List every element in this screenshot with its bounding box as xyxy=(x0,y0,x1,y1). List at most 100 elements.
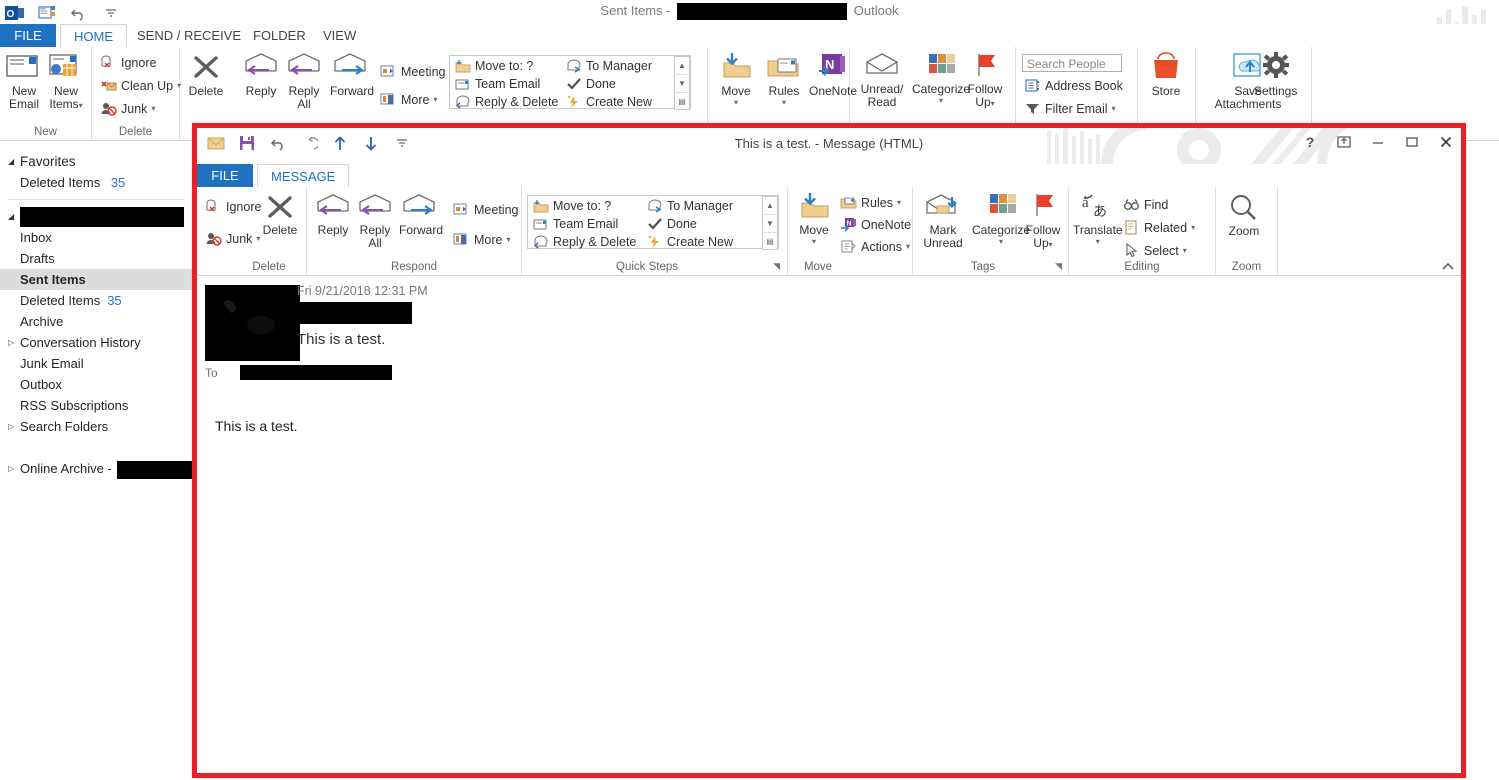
sidebar-item-drafts[interactable]: Drafts xyxy=(0,248,192,269)
tab-view[interactable]: VIEW xyxy=(310,24,369,47)
expand-arrow-icon[interactable]: ▷ xyxy=(8,416,14,437)
quick-step-create-new[interactable]: Create New xyxy=(566,95,652,109)
sidebar-item-archive[interactable]: Archive xyxy=(0,311,192,332)
quick-step-done[interactable]: Done xyxy=(647,217,697,231)
nav-account-root[interactable]: ◢ xyxy=(0,206,192,228)
filter-email-button[interactable]: Filter Email ▾ xyxy=(1024,101,1116,116)
quick-steps-dialog-launcher[interactable]: ◥ xyxy=(773,261,780,272)
new-email-button[interactable]: New Email xyxy=(4,51,44,111)
zoom-button[interactable]: Zoom xyxy=(1224,193,1264,238)
new-items-button[interactable]: New Items▾ xyxy=(46,51,86,112)
unread-read-button[interactable]: Unread/Read xyxy=(860,51,904,109)
move-button[interactable]: Move ▾ xyxy=(794,192,834,246)
related-button[interactable]: Related ▾ xyxy=(1123,220,1195,235)
collapse-arrow-icon[interactable]: ◢ xyxy=(8,151,14,172)
minimize-button[interactable] xyxy=(1369,133,1387,151)
quick-steps-more-button[interactable]: ▤ xyxy=(763,233,777,250)
address-book-button[interactable]: Address Book xyxy=(1024,78,1123,93)
expand-arrow-icon[interactable]: ▷ xyxy=(8,332,14,353)
meeting-button[interactable]: Meeting xyxy=(380,64,445,79)
sidebar-item-junk-email[interactable]: Junk Email xyxy=(0,353,192,374)
rules-label: Rules xyxy=(768,84,800,98)
sidebar-item-conversation-history[interactable]: ▷ Conversation History xyxy=(0,332,192,353)
categorize-button[interactable]: Categorize ▾ xyxy=(912,51,970,105)
reply-all-button[interactable]: Reply All xyxy=(355,192,395,250)
tags-dialog-launcher[interactable]: ◥ xyxy=(1055,261,1062,272)
quick-step-to-manager[interactable]: To Manager xyxy=(647,199,733,213)
forward-button[interactable]: Forward xyxy=(330,51,374,98)
nav-group-favorites[interactable]: ◢ Favorites xyxy=(0,151,192,172)
nav-favorite-deleted-items[interactable]: Deleted Items 35 xyxy=(0,172,192,193)
quick-steps-scroll-spinner[interactable]: ▲ ▼ ▤ xyxy=(674,56,690,110)
follow-up-button[interactable]: Follow Up▾ xyxy=(967,51,1003,110)
maximize-button[interactable] xyxy=(1403,133,1421,151)
quick-steps-scroll-spinner[interactable]: ▲ ▼ ▤ xyxy=(762,196,778,250)
quick-step-reply-delete[interactable]: Reply & Delete xyxy=(455,95,558,109)
more-button[interactable]: More ▾ xyxy=(380,92,438,107)
ignore-button[interactable]: Ignore xyxy=(205,199,261,214)
quick-step-move-to[interactable]: Move to: ? xyxy=(533,199,611,213)
quick-step-reply-delete[interactable]: Reply & Delete xyxy=(533,235,636,249)
quick-step-move-to[interactable]: Move to: ? xyxy=(455,59,533,73)
junk-button[interactable]: Junk ▾ xyxy=(100,101,155,116)
delete-button[interactable]: Delete xyxy=(260,192,300,237)
help-button[interactable]: ? xyxy=(1301,133,1319,151)
undo-icon[interactable] xyxy=(68,2,90,24)
quick-steps-scroll-up[interactable]: ▲ xyxy=(675,57,689,75)
ignore-button[interactable]: Ignore xyxy=(100,55,156,70)
quick-step-done[interactable]: Done xyxy=(566,77,616,91)
onenote-button[interactable]: N OneNote xyxy=(840,217,911,232)
translate-button[interactable]: aあ Translate ▾ xyxy=(1073,192,1123,246)
tab-file[interactable]: FILE xyxy=(197,164,253,187)
categorize-button[interactable]: Categorize ▾ xyxy=(972,192,1030,246)
expand-arrow-icon[interactable]: ▷ xyxy=(8,458,14,479)
forward-button[interactable]: Forward xyxy=(399,192,443,237)
tab-send-receive[interactable]: SEND / RECEIVE xyxy=(124,24,254,47)
settings-button[interactable]: Settings xyxy=(1254,51,1297,98)
clean-up-button[interactable]: Clean Up ▾ xyxy=(100,78,181,93)
store-button[interactable]: Store xyxy=(1144,51,1188,98)
sidebar-item-inbox[interactable]: Inbox xyxy=(0,227,192,248)
send-receive-all-folders-icon[interactable] xyxy=(36,2,58,24)
tab-file[interactable]: FILE xyxy=(0,24,56,47)
reply-button[interactable]: Reply xyxy=(241,51,281,98)
move-button[interactable]: Move ▾ xyxy=(716,51,756,107)
tab-message[interactable]: MESSAGE xyxy=(257,164,350,188)
tab-home[interactable]: HOME xyxy=(60,24,127,48)
reply-all-button[interactable]: Reply All xyxy=(284,51,324,111)
select-button[interactable]: Select ▾ xyxy=(1123,243,1187,258)
reply-button[interactable]: Reply xyxy=(313,192,353,237)
meeting-button[interactable]: Meeting xyxy=(453,202,518,217)
tab-folder[interactable]: FOLDER xyxy=(240,24,319,47)
sidebar-item-search-folders[interactable]: ▷ Search Folders xyxy=(0,416,192,437)
collapse-arrow-icon[interactable]: ◢ xyxy=(8,206,14,227)
sidebar-item-deleted-items[interactable]: Deleted Items 35 xyxy=(0,290,192,311)
rules-button[interactable]: Rules ▾ xyxy=(764,51,804,107)
more-button[interactable]: More ▾ xyxy=(453,232,511,247)
quick-steps-more-button[interactable]: ▤ xyxy=(675,93,689,110)
mark-unread-button[interactable]: Mark Unread xyxy=(921,192,965,250)
close-button[interactable] xyxy=(1437,133,1455,151)
rules-button[interactable]: Rules ▾ xyxy=(840,195,901,210)
quick-steps-scroll-down[interactable]: ▼ xyxy=(763,215,777,233)
sidebar-item-sent-items[interactable]: Sent Items xyxy=(0,269,192,290)
message-body[interactable]: This is a test. xyxy=(197,380,1461,773)
collapse-ribbon-button[interactable] xyxy=(1441,262,1455,272)
quick-step-team-email[interactable]: Team Email xyxy=(455,77,540,91)
junk-button[interactable]: Junk ▾ xyxy=(205,231,260,246)
delete-button[interactable]: Delete xyxy=(186,51,226,98)
quick-step-team-email[interactable]: Team Email xyxy=(533,217,618,231)
actions-button[interactable]: Actions ▾ xyxy=(840,239,910,254)
quick-step-to-manager[interactable]: To Manager xyxy=(566,59,652,73)
search-people-input[interactable]: Search People xyxy=(1022,54,1122,72)
quick-steps-scroll-down[interactable]: ▼ xyxy=(675,75,689,93)
find-button[interactable]: Find xyxy=(1123,197,1168,212)
quick-step-create-new[interactable]: Create New xyxy=(647,235,733,249)
customize-quick-access-toolbar-icon[interactable] xyxy=(100,2,122,24)
sidebar-item-online-archive[interactable]: ▷ Online Archive - xyxy=(0,458,192,479)
ribbon-display-options-button[interactable] xyxy=(1335,133,1353,151)
follow-up-button[interactable]: Follow Up▾ xyxy=(1025,192,1061,251)
sidebar-item-outbox[interactable]: Outbox xyxy=(0,374,192,395)
quick-steps-scroll-up[interactable]: ▲ xyxy=(763,197,777,215)
sidebar-item-rss-subscriptions[interactable]: RSS Subscriptions xyxy=(0,395,192,416)
